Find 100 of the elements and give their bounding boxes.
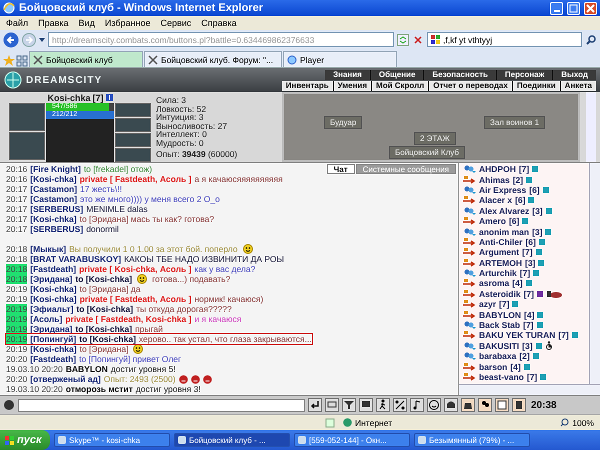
nick-link[interactable]: [Castamon] xyxy=(30,184,78,194)
user-name[interactable]: barabaxa xyxy=(479,351,516,362)
nav-link[interactable]: Поединки xyxy=(512,80,560,90)
nav-link[interactable]: Безопасность xyxy=(424,70,496,80)
user-name[interactable]: Alex Alvarez xyxy=(479,206,530,216)
user-name[interactable]: asroma xyxy=(479,278,510,288)
user-name[interactable]: Back Stab xyxy=(479,320,520,330)
refresh-icon[interactable] xyxy=(397,34,409,46)
equipment-slot[interactable] xyxy=(9,132,45,160)
nav-link[interactable]: Общение xyxy=(370,70,424,80)
user-name[interactable]: BAKUSITI xyxy=(479,340,520,351)
tool-button[interactable] xyxy=(325,398,339,412)
taskbar-item[interactable]: [559-052-144] - Окн... xyxy=(294,433,410,447)
star-icon[interactable] xyxy=(3,55,15,67)
nav-link[interactable]: Знания xyxy=(325,70,370,80)
nick-link[interactable]: [Kosi-chka] xyxy=(30,174,77,184)
info-badge[interactable] xyxy=(536,290,543,297)
nick-link[interactable]: [Эридана] xyxy=(30,274,72,284)
chat-tab[interactable]: Чат xyxy=(326,164,355,174)
nick-link[interactable]: [Kosi-chka] xyxy=(30,214,77,224)
user-name[interactable]: beast-vano xyxy=(479,372,524,382)
tool-button[interactable] xyxy=(444,398,458,412)
nav-link[interactable]: Анкета xyxy=(560,80,596,90)
user-name[interactable]: AHDPOH xyxy=(479,164,516,174)
nav-link[interactable]: Умения xyxy=(334,80,372,90)
nick-link[interactable]: [Fastdeath] xyxy=(30,354,76,364)
menu-item[interactable]: Файл xyxy=(6,18,28,28)
scrollbar[interactable] xyxy=(586,92,596,162)
user-name[interactable]: Anti-Chiler xyxy=(479,236,522,247)
user-name[interactable]: ARTEMOH xyxy=(479,258,522,268)
search-icon[interactable] xyxy=(585,34,597,46)
menu-item[interactable]: Сервис xyxy=(160,18,192,28)
user-name[interactable]: Asteroidik xyxy=(479,288,521,299)
nav-link[interactable]: Мой Скролл xyxy=(372,80,428,90)
search-field[interactable]: ,f,kf yt vthtyyj xyxy=(427,32,582,47)
nick-link[interactable]: [Kosi-chka] xyxy=(30,294,77,304)
user-name[interactable]: Arturchik xyxy=(479,268,517,278)
tool-button[interactable] xyxy=(410,398,424,412)
equipment-slot[interactable] xyxy=(115,148,151,162)
menu-item[interactable]: Избранное xyxy=(104,18,150,28)
nick-link[interactable]: [Эфиальт] xyxy=(30,304,74,314)
chat-input[interactable] xyxy=(18,398,305,412)
user-name[interactable]: BABYLON xyxy=(479,310,522,320)
nick-link[interactable]: [SERBERUS] xyxy=(30,224,84,234)
nick-link[interactable]: [Kosi-chka] xyxy=(30,284,77,294)
tool-button[interactable] xyxy=(427,398,441,412)
minimize-button[interactable] xyxy=(550,2,563,14)
tool-button[interactable] xyxy=(359,398,373,412)
taskbar-item[interactable]: Бойцовский клуб - ... xyxy=(174,433,290,447)
zoom-level[interactable]: 100% xyxy=(572,418,594,428)
nav-link[interactable]: Инвентарь xyxy=(282,80,333,90)
tool-button[interactable] xyxy=(308,398,322,412)
browser-tab[interactable]: Бойцовский клуб xyxy=(29,51,143,67)
nick-link[interactable]: [Мыкык] xyxy=(30,244,66,254)
nick-link[interactable]: [Попингуй] xyxy=(30,334,76,344)
maximize-button[interactable] xyxy=(567,2,580,14)
tool-button[interactable] xyxy=(342,398,356,412)
character-name[interactable]: Kosi-chka xyxy=(47,92,90,102)
user-name[interactable]: Air Express xyxy=(479,184,526,195)
user-name[interactable]: barson xyxy=(479,362,508,372)
equipment-slot[interactable] xyxy=(9,103,45,131)
browser-tab[interactable]: Бойцовский клуб. Форум: "... xyxy=(144,51,282,67)
user-name[interactable]: Alacer x xyxy=(479,195,512,206)
browser-tab[interactable]: Player xyxy=(283,51,397,67)
equipment-slot[interactable] xyxy=(115,118,151,132)
nick-link[interactable]: [Castamon] xyxy=(30,194,78,204)
close-button[interactable] xyxy=(584,2,597,14)
nav-link[interactable]: Персонаж xyxy=(496,70,552,80)
nick-link[interactable]: [Асоль] xyxy=(30,314,62,324)
taskbar-item[interactable]: Skype™ - kosi-chka xyxy=(54,433,170,447)
back-icon[interactable] xyxy=(3,32,19,48)
nick-link[interactable]: [Эридана] xyxy=(30,324,72,334)
user-name[interactable]: Amero xyxy=(479,216,506,226)
user-name[interactable]: anonim man xyxy=(479,226,530,237)
nick-link[interactable]: [SERBERUS] xyxy=(30,204,84,214)
taskbar-item[interactable]: Безымянный (79%) - ... xyxy=(414,433,530,447)
tool-button[interactable] xyxy=(393,398,407,412)
nick-link[interactable]: [Kosi-chka] xyxy=(30,344,77,354)
menu-item[interactable]: Вид xyxy=(78,18,95,28)
tab-grid-icon[interactable] xyxy=(16,55,28,67)
user-name[interactable]: azyr xyxy=(479,299,496,310)
user-name[interactable]: Argument xyxy=(479,247,520,258)
stop-icon[interactable] xyxy=(412,34,424,46)
nav-link[interactable]: Отчет о переводах xyxy=(429,80,512,90)
equipment-slot[interactable] xyxy=(115,133,151,147)
map-location[interactable]: 2 ЭТАЖ xyxy=(414,132,456,145)
tool-button[interactable] xyxy=(376,398,390,412)
map-location[interactable]: Будуар xyxy=(324,116,362,129)
user-name[interactable]: Ahimas xyxy=(479,174,510,185)
dropdown-icon[interactable] xyxy=(39,38,45,42)
nick-link[interactable]: [BRAT VARABUSKOY] xyxy=(30,254,122,264)
info-icon[interactable] xyxy=(106,94,112,101)
nick-link[interactable]: [Fire Knight] xyxy=(30,164,81,174)
map-location[interactable]: Зал воинов 1 xyxy=(484,116,546,129)
scrollbar[interactable] xyxy=(459,384,600,395)
map-location[interactable]: Бойцовский Клуб xyxy=(389,146,465,159)
nav-link[interactable]: Выход xyxy=(553,70,596,80)
user-name[interactable]: BAKU YEK TURAN xyxy=(479,330,556,340)
nick-link[interactable]: [Fastdeath] xyxy=(30,264,76,274)
zoom-icon[interactable] xyxy=(560,418,570,427)
